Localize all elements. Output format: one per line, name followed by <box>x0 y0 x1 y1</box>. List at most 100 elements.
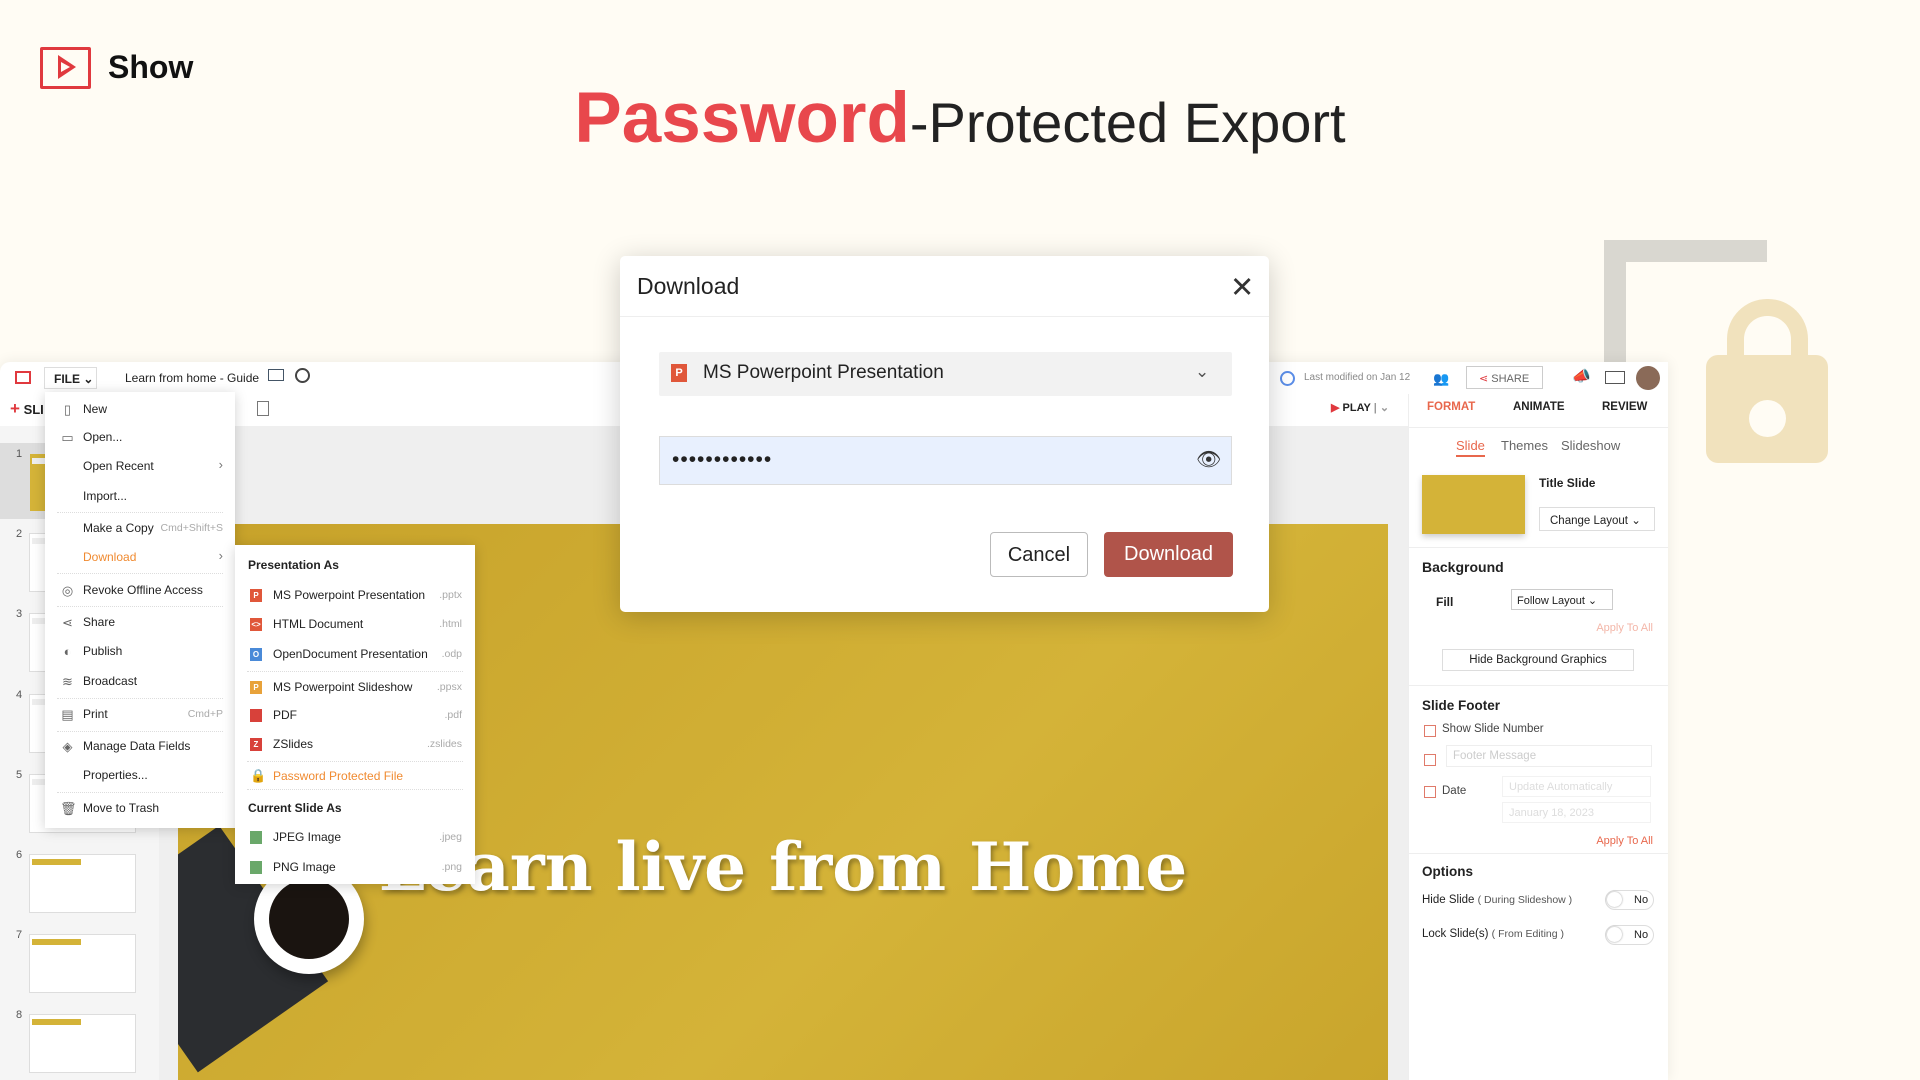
download-format-item[interactable]: Z ZSlides .zslides <box>235 733 475 757</box>
app-logo-icon <box>15 371 31 384</box>
file-type-icon <box>250 709 262 722</box>
file-type-icon: P <box>250 681 262 694</box>
download-format-item[interactable]: PDF .pdf <box>235 704 475 728</box>
mail-icon[interactable] <box>1605 371 1625 384</box>
slide-thumbnail[interactable] <box>29 854 136 913</box>
divider <box>57 606 223 607</box>
file-menu-item[interactable]: Import... <box>45 484 235 508</box>
share-button[interactable]: ⋖ SHARE <box>1466 366 1543 389</box>
file-menu-item[interactable]: ◎ Revoke Offline Access <box>45 578 235 602</box>
close-icon[interactable]: ✕ <box>1230 271 1254 305</box>
format-dropdown[interactable]: P MS Powerpoint Presentation ⌄ <box>659 352 1232 396</box>
layout-name: Title Slide <box>1539 476 1596 490</box>
fill-label: Fill <box>1436 595 1454 609</box>
download-image-item[interactable]: PNG Image .png <box>235 856 475 880</box>
date-value-dropdown[interactable]: January 18, 2023 <box>1502 802 1651 823</box>
password-input[interactable]: •••••••••••• 👁 <box>659 436 1232 485</box>
footer-message-checkbox[interactable] <box>1424 754 1436 766</box>
file-menu-item[interactable]: Make a Copy Cmd+Shift+S <box>45 516 235 540</box>
file-type-icon: O <box>250 648 262 661</box>
slide-thumbnail[interactable] <box>29 1014 136 1074</box>
background-heading: Background <box>1422 559 1504 575</box>
divider <box>57 512 223 513</box>
lock-slide-toggle[interactable]: No <box>1605 925 1654 945</box>
tab-format[interactable]: FORMAT <box>1427 401 1475 413</box>
hide-slide-toggle[interactable]: No <box>1605 890 1654 910</box>
options-heading: Options <box>1422 864 1473 879</box>
chevron-right-icon: › <box>218 548 223 563</box>
folder-icon[interactable] <box>268 369 284 381</box>
file-menu-button[interactable]: FILE ⌄ <box>44 367 97 389</box>
file-menu-item[interactable]: ◐ Publish <box>45 639 235 663</box>
divider <box>57 792 223 793</box>
apply-to-all-link[interactable]: Apply To All <box>1596 622 1653 634</box>
file-icon: ▯ <box>63 402 72 417</box>
date-checkbox[interactable] <box>1424 786 1436 798</box>
play-button[interactable]: ▶ PLAY | ⌄ <box>1331 401 1389 414</box>
globe-icon[interactable] <box>295 368 310 383</box>
download-submenu: Presentation As P MS Powerpoint Presenta… <box>235 545 475 884</box>
fill-dropdown[interactable]: Follow Layout ⌄ <box>1511 589 1613 610</box>
file-menu-item[interactable]: Open Recent › <box>45 454 235 478</box>
cancel-button[interactable]: Cancel <box>990 532 1088 577</box>
download-format-item[interactable]: <> HTML Document .html <box>235 613 475 637</box>
lock-file-icon: 🔒 <box>250 768 267 783</box>
image-file-icon <box>250 861 262 874</box>
chevron-right-icon: › <box>218 457 223 472</box>
new-slide-button[interactable]: + SLI <box>10 399 44 419</box>
collaborators-icon[interactable]: 👥 <box>1433 371 1449 387</box>
folder-icon: ▭ <box>61 430 74 445</box>
download-format-item[interactable]: P MS Powerpoint Slideshow .ppsx <box>235 676 475 700</box>
file-menu-item[interactable]: ▯ New <box>45 397 235 421</box>
file-menu-item[interactable]: ⋖ Share <box>45 610 235 634</box>
download-image-item[interactable]: JPEG Image .jpeg <box>235 826 475 850</box>
file-menu: ▯ New ▭ Open... Open Recent › Import... Make a … <box>45 392 235 828</box>
download-format-item[interactable]: O OpenDocument Presentation .odp <box>235 643 475 667</box>
download-button[interactable]: Download <box>1104 532 1233 577</box>
password-protected-file-item[interactable]: 🔒 Password Protected File <box>235 765 475 787</box>
tab-animate[interactable]: ANIMATE <box>1513 401 1565 413</box>
file-menu-item[interactable]: 🗑 Move to Trash <box>45 796 235 820</box>
chevron-down-icon: ⌄ <box>1195 362 1210 381</box>
subtab-slide[interactable]: Slide <box>1456 438 1485 457</box>
download-format-item[interactable]: P MS Powerpoint Presentation .pptx <box>235 584 475 608</box>
subtab-slideshow[interactable]: Slideshow <box>1561 438 1620 453</box>
hide-background-graphics-button[interactable]: Hide Background Graphics <box>1442 649 1634 671</box>
paste-icon[interactable] <box>257 401 269 416</box>
file-menu-item[interactable]: ▭ Open... <box>45 425 235 449</box>
subtab-themes[interactable]: Themes <box>1501 438 1548 453</box>
sync-icon <box>1280 371 1295 386</box>
eye-slash-icon[interactable]: 👁 <box>1196 447 1221 472</box>
broadcast-icon[interactable]: 📣 <box>1572 367 1591 385</box>
presentation-as-header: Presentation As <box>248 558 339 572</box>
change-layout-dropdown[interactable]: Change Layout ⌄ <box>1539 507 1655 531</box>
powerpoint-icon: P <box>671 364 687 382</box>
show-slide-number-checkbox[interactable] <box>1424 725 1436 737</box>
apply-to-all-footer-link[interactable]: Apply To All <box>1596 835 1653 847</box>
file-type-icon: P <box>250 589 262 602</box>
revoke-icon: ◎ <box>61 583 74 598</box>
file-menu-item[interactable]: Properties... <box>45 763 235 787</box>
file-menu-item[interactable]: ≋ Broadcast <box>45 669 235 693</box>
date-mode-dropdown[interactable]: Update Automatically <box>1502 776 1651 797</box>
slide-footer-heading: Slide Footer <box>1422 698 1501 713</box>
avatar[interactable] <box>1636 366 1660 390</box>
layout-thumbnail <box>1422 475 1525 534</box>
divider <box>57 731 223 732</box>
document-title[interactable]: Learn from home - Guide <box>125 371 259 385</box>
format-panel: FORMAT ANIMATE REVIEW Slide Themes Slide… <box>1408 394 1668 1080</box>
file-type-icon: <> <box>250 618 262 631</box>
last-modified: Last modified on Jan 12 <box>1304 372 1411 383</box>
file-menu-item[interactable]: ▤ Print Cmd+P <box>45 702 235 726</box>
current-slide-as-header: Current Slide As <box>248 801 342 815</box>
slide-thumbnail[interactable] <box>29 934 136 994</box>
file-menu-item[interactable]: Download › <box>45 545 235 569</box>
printer-icon: ▤ <box>61 707 74 722</box>
headline: Password-Protected Export <box>574 79 1346 158</box>
file-menu-item[interactable]: ◈ Manage Data Fields <box>45 734 235 758</box>
dialog-title: Download <box>637 273 740 299</box>
tab-review[interactable]: REVIEW <box>1602 401 1647 413</box>
divider <box>57 698 223 699</box>
divider <box>57 573 223 574</box>
footer-message-input[interactable]: Footer Message <box>1446 745 1652 767</box>
